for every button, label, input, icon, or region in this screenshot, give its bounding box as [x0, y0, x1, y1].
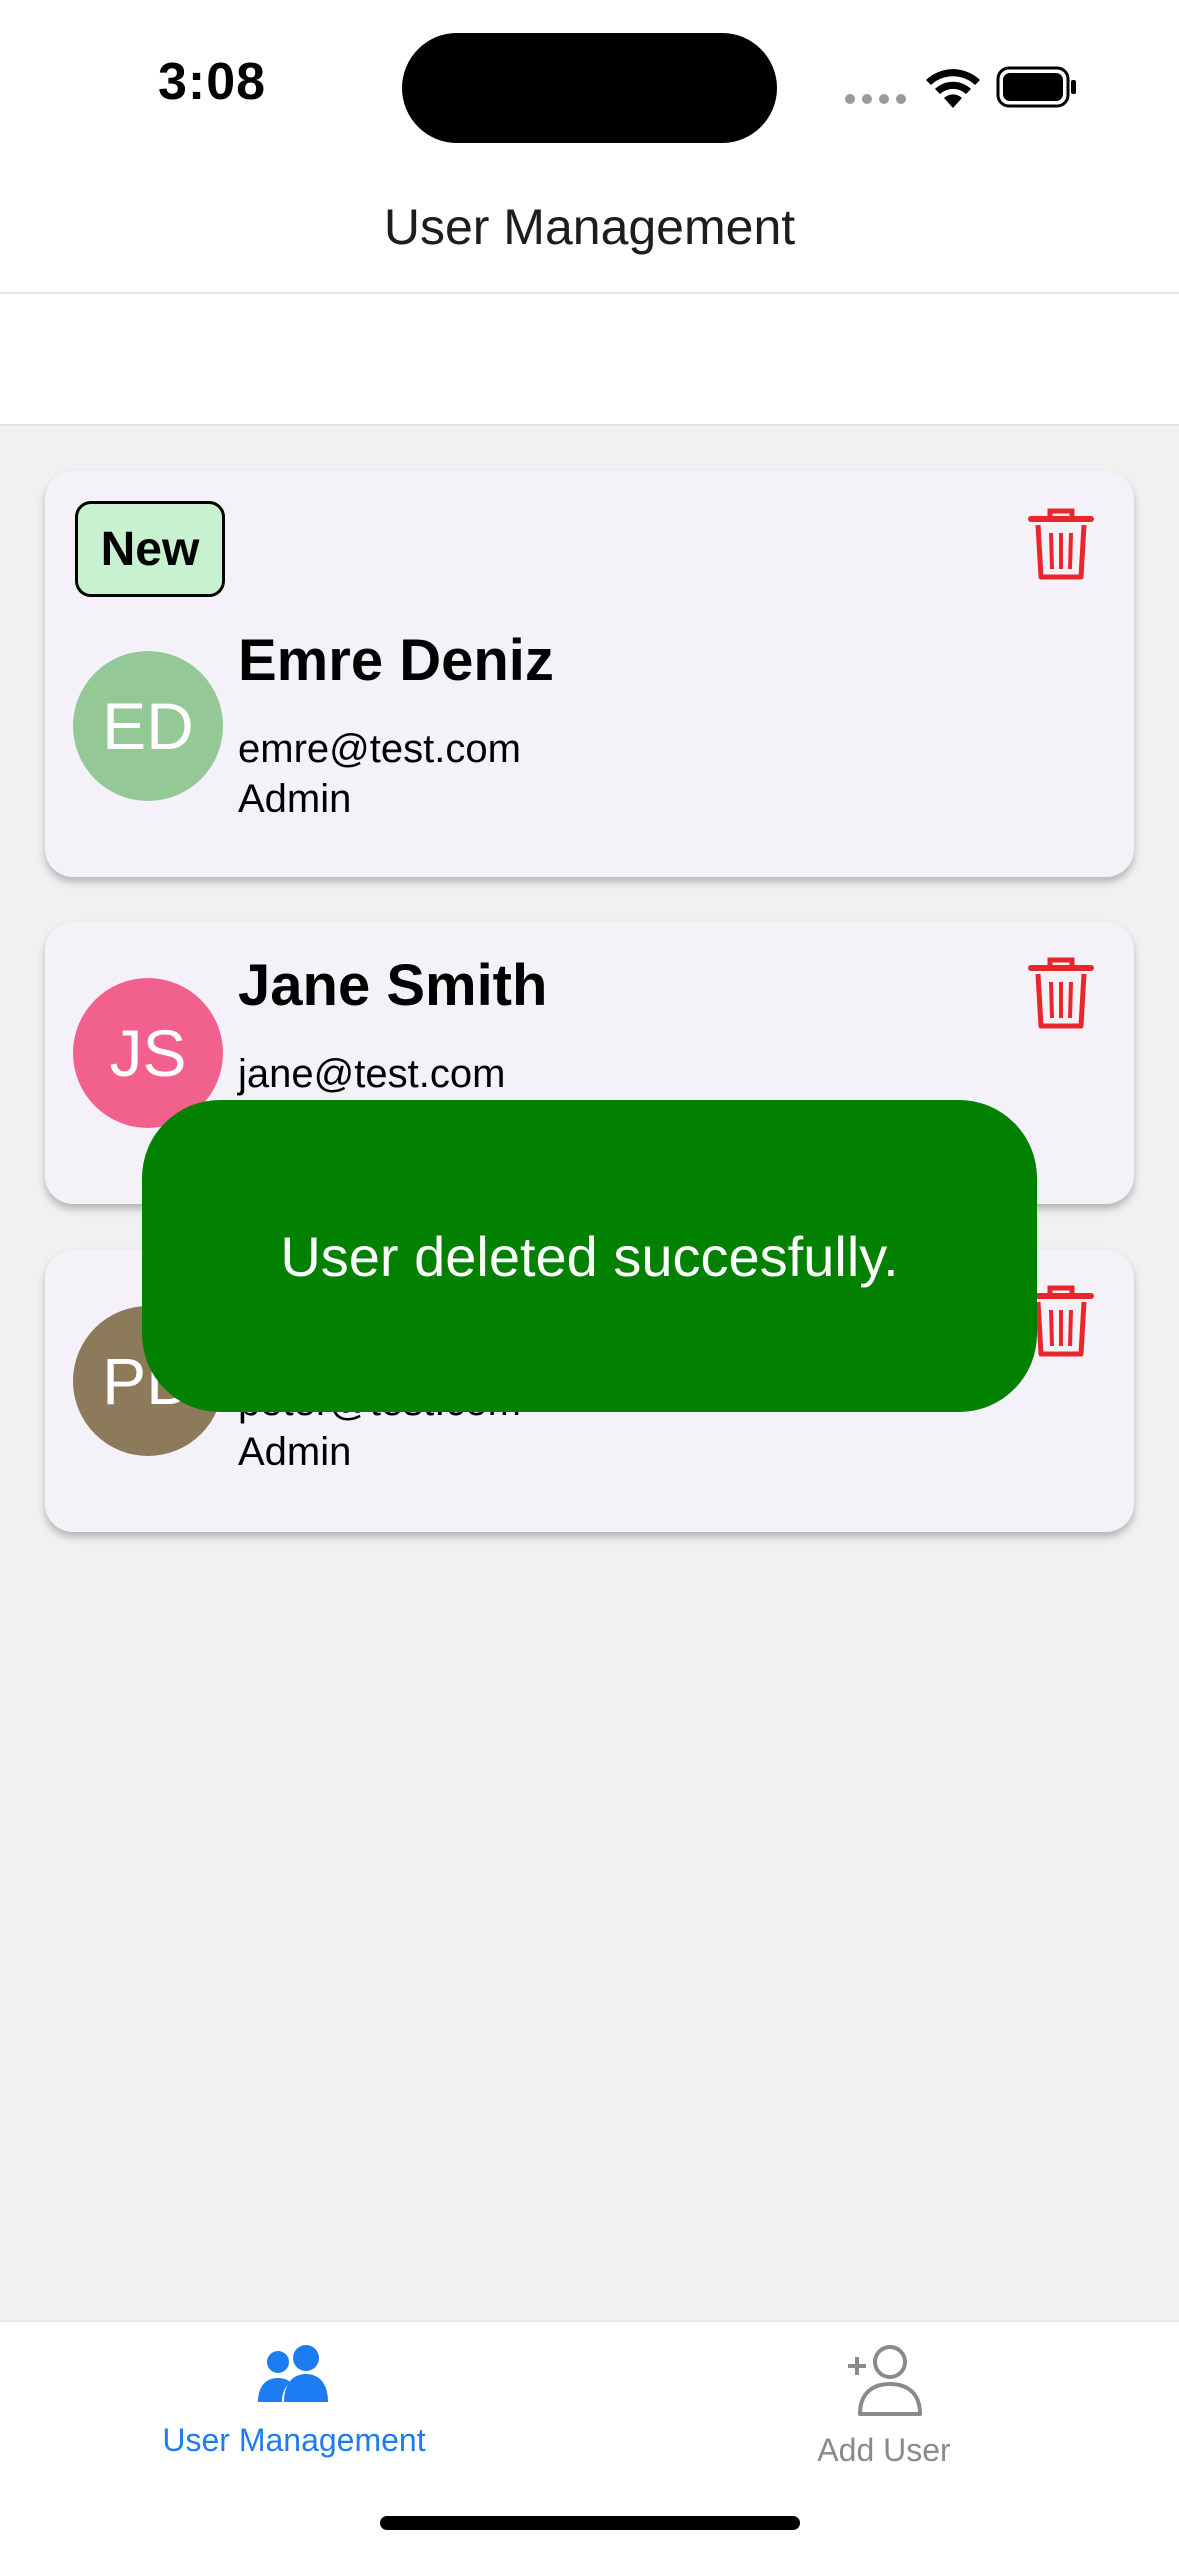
- delete-user-button[interactable]: [1028, 956, 1094, 1030]
- tab-user-management[interactable]: User Management: [84, 2342, 504, 2459]
- add-user-icon: [848, 2345, 922, 2416]
- user-role: Admin: [238, 1430, 352, 1474]
- users-icon: [258, 2345, 328, 2402]
- user-role: Admin: [238, 777, 352, 821]
- nav-header: User Management: [0, 172, 1179, 294]
- tab-label: User Management: [162, 2422, 426, 2458]
- user-email: emre@test.com: [238, 727, 521, 771]
- delete-user-button[interactable]: [1028, 1284, 1094, 1358]
- app-screen: 3:08 User Management New ED Emre Deniz e…: [0, 0, 1179, 2556]
- tab-add-user[interactable]: Add User: [674, 2342, 1094, 2469]
- tab-label: Add User: [817, 2432, 951, 2468]
- toast-message: User deleted succesfully.: [280, 1224, 899, 1288]
- cellular-signal-icon: [845, 94, 906, 104]
- user-email: jane@test.com: [238, 1052, 506, 1096]
- dynamic-island: [402, 33, 777, 143]
- battery-icon: [996, 66, 1076, 108]
- delete-user-button[interactable]: [1028, 507, 1094, 581]
- status-bar: 3:08: [0, 0, 1179, 172]
- avatar: ED: [73, 651, 223, 801]
- user-name: Jane Smith: [238, 953, 548, 1018]
- new-badge: New: [75, 501, 225, 597]
- user-name: Emre Deniz: [238, 628, 554, 693]
- page-title: User Management: [383, 199, 796, 255]
- home-indicator: [380, 2516, 800, 2530]
- status-time: 3:08: [158, 53, 267, 111]
- header-spacer: [0, 294, 1179, 426]
- user-card[interactable]: New ED Emre Deniz emre@test.com Admin: [45, 471, 1134, 877]
- wifi-icon: [926, 69, 980, 108]
- success-toast: User deleted succesfully.: [142, 1100, 1037, 1412]
